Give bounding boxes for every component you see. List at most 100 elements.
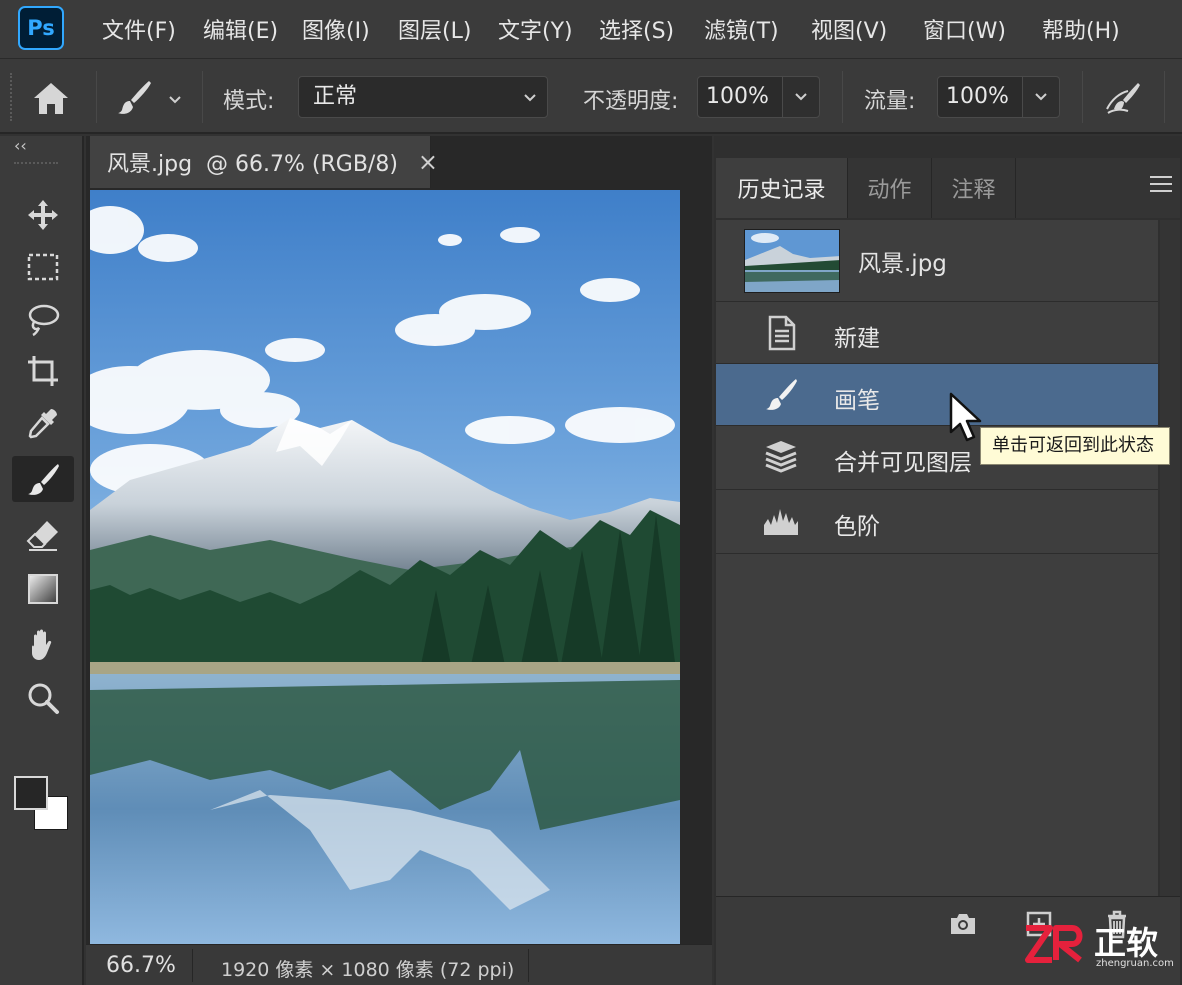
menu-bar: Ps 文件(F) 编辑(E) 图像(I) 图层(L) 文字(Y) 选择(S) 滤…	[0, 0, 1182, 58]
menu-view[interactable]: 视图(V)	[811, 13, 887, 45]
chevron-down-icon	[795, 93, 807, 101]
mode-select[interactable]: 正常	[298, 76, 548, 118]
snapshot-label: 风景.jpg	[858, 251, 947, 277]
opacity-label: 不透明度:	[583, 89, 679, 114]
options-bar-grip[interactable]	[10, 73, 14, 121]
document-canvas[interactable]	[90, 190, 680, 944]
merge-layers-icon	[765, 441, 797, 473]
menu-edit[interactable]: 编辑(E)	[203, 13, 278, 45]
separator	[528, 949, 529, 982]
menu-filter[interactable]: 滤镜(T)	[704, 13, 779, 45]
separator	[1082, 71, 1083, 123]
move-icon	[28, 200, 58, 230]
mode-value: 正常	[313, 84, 358, 109]
hamburger-icon	[1150, 176, 1172, 178]
document-tab-title: 风景.jpg @ 66.7% (RGB/8)	[107, 152, 398, 177]
lasso-tool[interactable]	[12, 296, 74, 342]
crop-tool[interactable]	[12, 348, 74, 394]
history-item-label: 画笔	[834, 388, 880, 414]
tab-notes[interactable]: 注释	[932, 158, 1016, 218]
home-button[interactable]	[30, 79, 72, 117]
history-tooltip: 单击可返回到此状态	[980, 427, 1170, 465]
photoshop-logo[interactable]: Ps	[18, 6, 64, 50]
flow-dropdown-button[interactable]	[1022, 76, 1060, 118]
collapse-toolbar-button[interactable]: ‹‹	[14, 136, 27, 155]
tools-panel: ‹‹	[0, 136, 84, 985]
menu-type[interactable]: 文字(Y)	[498, 13, 573, 45]
opacity-dropdown-button[interactable]	[782, 76, 820, 118]
menu-window[interactable]: 窗口(W)	[923, 13, 1006, 45]
menu-layer[interactable]: 图层(L)	[398, 13, 471, 45]
brush-icon	[118, 81, 151, 114]
brush-tool[interactable]	[12, 456, 74, 502]
history-item-brush[interactable]: 画笔	[716, 364, 1158, 426]
close-document-button[interactable]: ×	[418, 148, 438, 176]
document-info[interactable]: 1920 像素 × 1080 像素 (72 ppi)	[221, 955, 514, 982]
tab-actions[interactable]: 动作	[848, 158, 932, 218]
history-snapshot[interactable]: 风景.jpg	[716, 220, 1158, 302]
history-item-new[interactable]: 新建	[716, 302, 1158, 364]
zoom-icon	[28, 683, 59, 714]
camera-icon[interactable]	[948, 909, 978, 939]
flow-label: 流量:	[864, 89, 916, 114]
document-icon	[768, 315, 796, 351]
menu-select[interactable]: 选择(S)	[599, 13, 674, 45]
eraser-tool[interactable]	[12, 512, 74, 558]
marquee-tool[interactable]	[12, 244, 74, 290]
hand-tool[interactable]	[12, 622, 74, 668]
separator	[192, 949, 193, 982]
separator	[202, 71, 203, 123]
move-tool[interactable]	[12, 192, 74, 238]
history-list: 风景.jpg 新建 画笔 合并可见图层 色阶	[716, 220, 1158, 896]
eraser-icon	[26, 521, 58, 551]
panel-tabs: 历史记录 动作 注释	[716, 158, 1180, 218]
opacity-input[interactable]: 100%	[697, 76, 783, 118]
landscape-image	[90, 190, 680, 944]
history-item-levels[interactable]: 色阶	[716, 490, 1158, 554]
zr-logo-icon	[1025, 925, 1083, 963]
watermark-url: zhengruan.com	[1096, 958, 1174, 969]
tab-history[interactable]: 历史记录	[716, 158, 848, 218]
brush-icon	[766, 379, 797, 410]
separator	[1164, 71, 1165, 123]
zoom-tool[interactable]	[12, 676, 74, 722]
levels-icon	[764, 509, 798, 535]
toolbar-grip[interactable]	[14, 162, 58, 166]
panel-menu-button[interactable]	[1150, 176, 1172, 197]
mode-label: 模式:	[223, 89, 275, 114]
chevron-down-icon	[169, 96, 181, 104]
opacity-value: 100%	[706, 84, 769, 109]
eyedropper-icon	[28, 409, 57, 439]
flow-value: 100%	[946, 84, 1009, 109]
history-item-label: 新建	[834, 326, 880, 352]
status-bar: 66.7% 1920 像素 × 1080 像素 (72 ppi)	[86, 944, 712, 985]
crop-icon	[28, 356, 58, 386]
chevron-down-icon	[1035, 93, 1047, 101]
flow-input[interactable]: 100%	[937, 76, 1023, 118]
chevron-down-icon	[524, 94, 536, 102]
menu-image[interactable]: 图像(I)	[302, 13, 370, 45]
menu-help[interactable]: 帮助(H)	[1042, 13, 1120, 45]
foreground-color-swatch[interactable]	[14, 776, 48, 810]
menu-file[interactable]: 文件(F)	[102, 13, 176, 45]
history-panel: 历史记录 动作 注释 风景.jpg 新建 画笔 合并可见图层 色阶	[714, 136, 1182, 985]
history-scrollbar[interactable]	[1160, 220, 1180, 896]
gradient-tool[interactable]	[12, 566, 74, 612]
separator	[842, 71, 843, 123]
separator	[96, 71, 97, 123]
airbrush-icon	[1106, 83, 1140, 114]
history-item-label: 合并可见图层	[834, 450, 972, 476]
brush-icon	[28, 464, 59, 495]
zoom-level[interactable]: 66.7%	[106, 953, 176, 978]
foreground-background-colors[interactable]	[14, 776, 70, 832]
snapshot-thumbnail-image	[745, 230, 839, 292]
eyedropper-tool[interactable]	[12, 400, 74, 446]
snapshot-thumbnail	[744, 229, 840, 293]
gradient-icon	[28, 574, 58, 604]
document-tab[interactable]: 风景.jpg @ 66.7% (RGB/8) ×	[90, 136, 438, 188]
history-item-label: 色阶	[834, 514, 880, 540]
airbrush-toggle[interactable]	[1102, 79, 1144, 117]
brush-preset-picker[interactable]	[114, 77, 186, 117]
rectangular-marquee-icon	[27, 253, 59, 281]
hand-icon	[32, 629, 52, 660]
